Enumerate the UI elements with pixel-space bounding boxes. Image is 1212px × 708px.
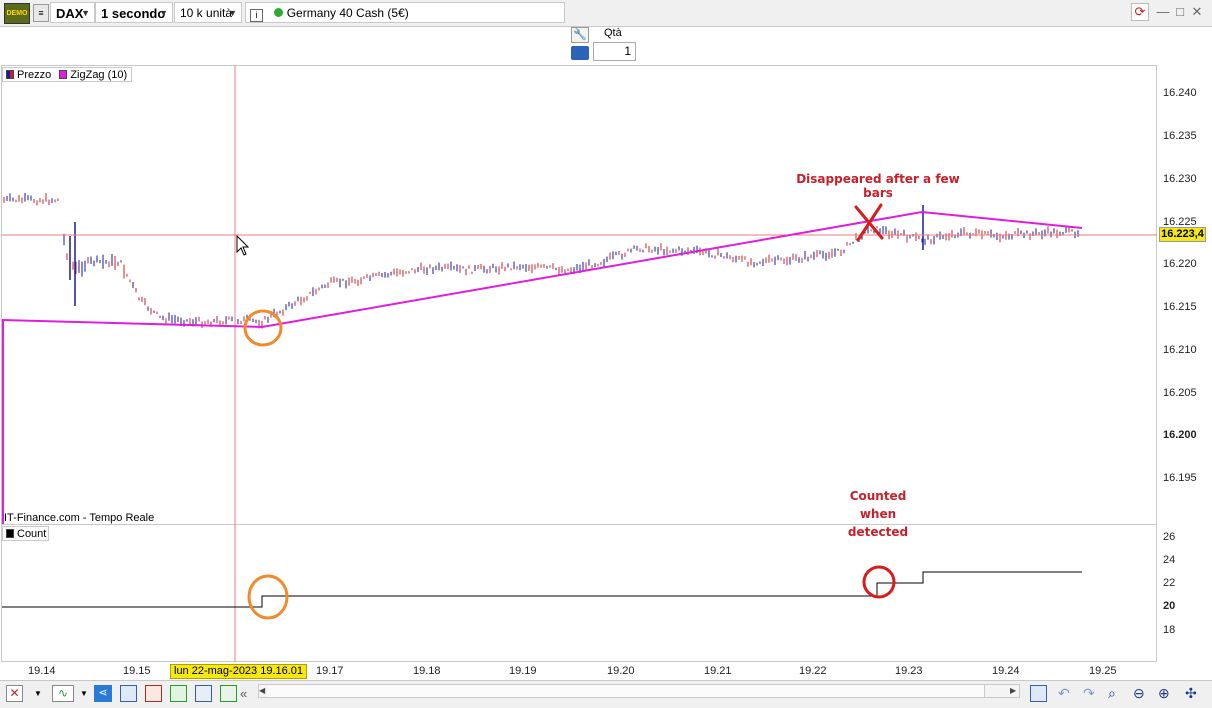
price-tick: 16.220: [1163, 258, 1197, 270]
chevron-down-icon[interactable]: ▼: [34, 685, 44, 702]
time-tick: 19.22: [799, 665, 827, 677]
price-tick: 16.230: [1163, 173, 1197, 185]
price-tick: 16.240: [1163, 87, 1197, 99]
zigzag-legend-label: ZigZag (10): [70, 69, 128, 81]
share-icon[interactable]: ⋖: [94, 685, 112, 702]
undo-icon[interactable]: ↶: [1058, 685, 1075, 702]
annotation-disappeared: Disappeared after a few bars: [796, 172, 960, 200]
count-legend-label: Count: [17, 528, 47, 540]
calendar-icon[interactable]: [1030, 685, 1047, 702]
time-tick: 19.18: [413, 665, 441, 677]
time-tick: 19.20: [607, 665, 635, 677]
scrollbar-thumb[interactable]: [268, 685, 985, 697]
zoom-in-icon[interactable]: ⊕: [1158, 685, 1175, 702]
scroll-left-icon[interactable]: ◀: [259, 686, 267, 695]
time-tick: 19.23: [895, 665, 923, 677]
time-tick: 19.19: [509, 665, 537, 677]
mouse-pointer-icon: [236, 234, 250, 256]
redo-icon[interactable]: ↷: [1083, 685, 1100, 702]
count-tick: 24: [1163, 554, 1176, 566]
price-legend-label: Prezzo: [17, 69, 52, 81]
zoom-out-icon[interactable]: ⊖: [1133, 685, 1150, 702]
time-tick: 19.25: [1089, 665, 1117, 677]
count-tick: 20: [1163, 600, 1176, 612]
count-tick: 26: [1163, 531, 1176, 543]
annotation-counted-line1: Counted: [849, 489, 907, 503]
count-tick: 18: [1163, 624, 1176, 636]
chart-settings-icon[interactable]: ✕: [6, 685, 23, 702]
indicator-icon[interactable]: ∿: [52, 685, 74, 702]
time-tick: 19.15: [123, 665, 151, 677]
scroll-start-icon[interactable]: «: [240, 685, 254, 702]
price-tick: 16.210: [1163, 344, 1197, 356]
cursor-time-badge: lun 22-mag-2023 19.16.01: [170, 664, 308, 679]
alert-icon[interactable]: [220, 685, 237, 702]
price-tick: 16.205: [1163, 387, 1197, 399]
time-tick: 19.17: [316, 665, 344, 677]
orders-icon[interactable]: [170, 685, 187, 702]
count-swatch: [6, 529, 14, 538]
chart-canvas: [1, 66, 1157, 662]
red-circle-count: [862, 565, 896, 599]
last-price-badge: 16.223,4: [1159, 227, 1206, 242]
data-source-label: IT-Finance.com - Tempo Reale: [4, 512, 155, 524]
price-tick: 16.200: [1163, 429, 1197, 441]
window-icon[interactable]: [120, 685, 137, 702]
price-swatch: [6, 70, 14, 79]
zoom-fit-icon[interactable]: ⌕: [1108, 685, 1125, 702]
price-tick: 16.195: [1163, 472, 1197, 484]
price-tick: 16.235: [1163, 130, 1197, 142]
price-tick: 16.215: [1163, 301, 1197, 313]
time-tick: 19.21: [704, 665, 732, 677]
annotation-counted-line2: when: [859, 507, 897, 521]
orange-circle-count: [247, 574, 289, 620]
price-legend[interactable]: Prezzo ZigZag (10): [2, 67, 132, 82]
time-tick: 19.14: [28, 665, 56, 677]
scroll-right-icon[interactable]: ▶: [1010, 686, 1018, 695]
time-tick: 19.24: [992, 665, 1020, 677]
crosshair-icon[interactable]: ✣: [1185, 685, 1202, 702]
chevron-down-icon[interactable]: ▼: [80, 685, 90, 702]
zigzag-line: [1, 210, 1083, 524]
screener-icon[interactable]: [195, 685, 212, 702]
annotation-counted-line3: detected: [847, 525, 909, 539]
count-line: [2, 571, 1082, 608]
table-icon[interactable]: [145, 685, 162, 702]
orange-circle-price: [243, 309, 283, 347]
zigzag-swatch: [59, 70, 68, 79]
count-legend[interactable]: Count: [2, 526, 49, 541]
count-tick: 22: [1163, 577, 1176, 589]
